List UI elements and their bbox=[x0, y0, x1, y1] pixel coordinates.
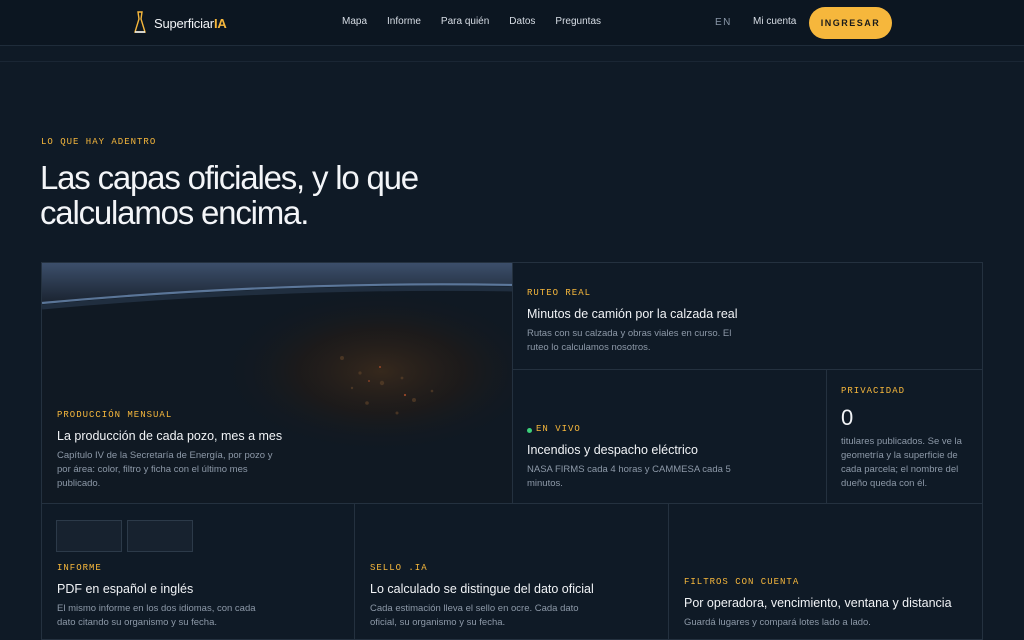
card-label: EN VIVO bbox=[536, 424, 581, 434]
nav-link-para-quien[interactable]: Para quién bbox=[441, 16, 489, 27]
card-title: Por operadora, vencimiento, ventana y di… bbox=[684, 596, 952, 610]
card-fuego: EN VIVO Incendios y despacho eléctrico N… bbox=[513, 370, 827, 504]
card-title: Incendios y despacho eléctrico bbox=[527, 443, 698, 457]
nav-link-informe[interactable]: Informe bbox=[387, 16, 421, 27]
card-ruteo: RUTEO REAL Minutos de camión por la calz… bbox=[513, 263, 983, 370]
card-description: Capítulo IV de la Secretaría de Energía,… bbox=[57, 450, 273, 489]
card-title: Lo calculado se distingue del dato ofici… bbox=[370, 582, 594, 596]
card-label: FILTROS CON CUENTA bbox=[684, 577, 800, 587]
card-description: NASA FIRMS cada 4 horas y CAMMESA cada 5… bbox=[527, 464, 731, 489]
login-button[interactable]: INGRESAR bbox=[809, 7, 892, 39]
feature-grid: PRODUCCIÓN MENSUAL La producción de cada… bbox=[41, 262, 983, 640]
divider bbox=[0, 61, 1024, 62]
card-informe: INFORME PDF en español e inglés El mismo… bbox=[42, 504, 355, 640]
card-label: INFORME bbox=[57, 563, 102, 573]
nav-link-datos[interactable]: Datos bbox=[509, 16, 535, 27]
account-link[interactable]: Mi cuenta bbox=[753, 16, 796, 27]
live-dot-icon bbox=[527, 428, 532, 433]
card-label: SELLO .IA bbox=[370, 563, 428, 573]
card-title: Minutos de camión por la calzada real bbox=[527, 307, 738, 321]
card-privacidad: PRIVACIDAD 0 titulares publicados. Se ve… bbox=[827, 370, 983, 504]
card-description: titulares publicados. Se ve la geometría… bbox=[841, 436, 962, 489]
top-nav: SuperficiarIA Mapa Informe Para quién Da… bbox=[0, 0, 1024, 46]
card-title: PDF en español e inglés bbox=[57, 582, 194, 596]
card-filtros: FILTROS CON CUENTA Por operadora, vencim… bbox=[669, 504, 983, 640]
brand-name: SuperficiarIA bbox=[154, 15, 227, 31]
brand-logo[interactable]: SuperficiarIA bbox=[130, 9, 227, 37]
section-headline: Las capas oficiales, y lo que calculamos… bbox=[40, 159, 419, 231]
card-sello: SELLO .IA Lo calculado se distingue del … bbox=[355, 504, 669, 640]
report-thumbnail-es bbox=[56, 520, 122, 552]
main-nav: Mapa Informe Para quién Datos Preguntas bbox=[342, 16, 621, 27]
card-label: PRODUCCIÓN MENSUAL bbox=[57, 410, 173, 420]
report-thumbnail-en bbox=[127, 520, 193, 552]
card-title: La producción de cada pozo, mes a mes bbox=[57, 429, 283, 443]
card-produccion: PRODUCCIÓN MENSUAL La producción de cada… bbox=[42, 263, 513, 504]
card-description: Guardá lugares y compará lotes lado a la… bbox=[684, 617, 871, 628]
card-description: Rutas con su calzada y obras viales en c… bbox=[527, 328, 732, 353]
card-description: El mismo informe en los dos idiomas, con… bbox=[57, 603, 256, 628]
logo-mark-icon bbox=[134, 11, 146, 33]
nav-link-preguntas[interactable]: Preguntas bbox=[555, 16, 601, 27]
card-description: Cada estimación lleva el sello en ocre. … bbox=[370, 603, 579, 628]
nav-link-mapa[interactable]: Mapa bbox=[342, 16, 367, 27]
section-eyebrow: LO QUE HAY ADENTRO bbox=[41, 137, 157, 147]
card-label: PRIVACIDAD bbox=[841, 386, 906, 396]
card-label: RUTEO REAL bbox=[527, 288, 592, 298]
stat-value: 0 bbox=[841, 405, 854, 430]
language-toggle[interactable]: EN bbox=[715, 17, 732, 28]
